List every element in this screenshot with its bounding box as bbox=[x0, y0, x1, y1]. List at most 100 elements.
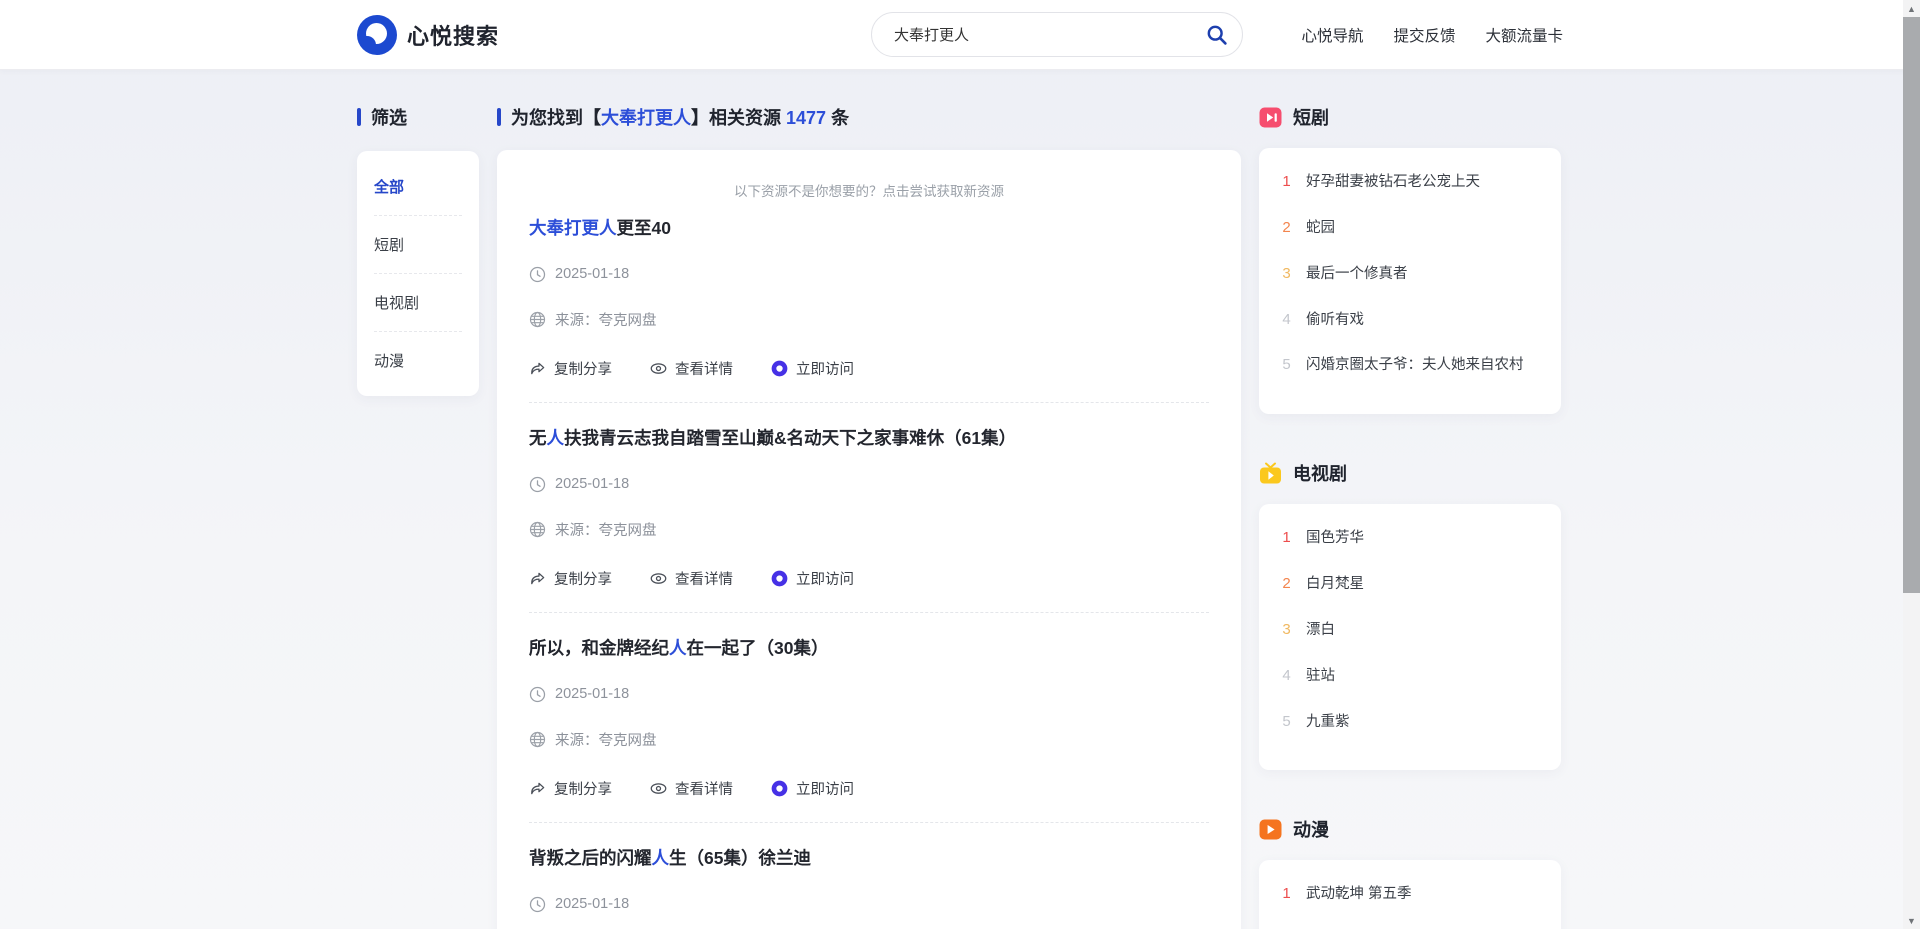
nav-link-feedback[interactable]: 提交反馈 bbox=[1393, 24, 1455, 46]
logo-text: 心悦搜索 bbox=[407, 19, 499, 51]
rank-number: 4 bbox=[1280, 311, 1293, 328]
result-list: 大奉打更人更至40 2025-01-18 来源：夸克网盘 复制分享 bbox=[529, 218, 1209, 929]
ranking-section: 电视剧 1 国色芳华 2 白月梵星 3 漂白 4 驻站 5 九重紫 bbox=[1259, 460, 1561, 770]
rank-label: 国色芳华 bbox=[1306, 529, 1364, 548]
eye-icon bbox=[650, 360, 667, 377]
search-input[interactable] bbox=[871, 12, 1243, 57]
ranking-item[interactable]: 3 最后一个修真者 bbox=[1280, 265, 1540, 284]
scroll-down-button[interactable]: ▼ bbox=[1903, 912, 1920, 929]
share-icon bbox=[529, 780, 546, 797]
visit-ring-icon bbox=[771, 570, 788, 587]
view-detail-button[interactable]: 查看详情 bbox=[650, 778, 733, 799]
ranking-item[interactable]: 2 白月梵星 bbox=[1280, 575, 1540, 594]
ranking-item[interactable]: 4 驻站 bbox=[1280, 667, 1540, 686]
rank-label: 偷听有戏 bbox=[1306, 311, 1364, 330]
rank-label: 九重紫 bbox=[1306, 713, 1350, 732]
rank-label: 白月梵星 bbox=[1306, 575, 1364, 594]
result-title[interactable]: 无人扶我青云志我自踏雪至山巅&名动天下之家事难休（61集） bbox=[529, 428, 1209, 450]
visit-button[interactable]: 立即访问 bbox=[771, 568, 854, 589]
result-date-row: 2025-01-18 bbox=[529, 476, 1209, 493]
ranking-item[interactable]: 1 国色芳华 bbox=[1280, 529, 1540, 548]
scroll-up-button[interactable]: ▲ bbox=[1903, 0, 1920, 17]
copy-share-button[interactable]: 复制分享 bbox=[529, 358, 612, 379]
rank-label: 闪婚京圈太子爷：夫人她来自农村 bbox=[1306, 356, 1524, 375]
rank-label: 漂白 bbox=[1306, 621, 1335, 640]
result-title-part: 背叛之后的闪耀 bbox=[529, 848, 652, 868]
view-detail-button[interactable]: 查看详情 bbox=[650, 568, 733, 589]
ranking-header: 动漫 bbox=[1259, 816, 1561, 842]
item-divider bbox=[529, 402, 1209, 403]
visit-button[interactable]: 立即访问 bbox=[771, 778, 854, 799]
result-date: 2025-01-18 bbox=[555, 896, 629, 912]
ranking-item[interactable]: 5 闪婚京圈太子爷：夫人她来自农村 bbox=[1280, 356, 1540, 375]
visit-ring-icon bbox=[771, 360, 788, 377]
result-date-row: 2025-01-18 bbox=[529, 686, 1209, 703]
result-title-part: 生（65集）徐兰迪 bbox=[669, 848, 811, 868]
ranking-item[interactable]: 4 偷听有戏 bbox=[1280, 311, 1540, 330]
copy-share-button[interactable]: 复制分享 bbox=[529, 778, 612, 799]
ranking-title: 电视剧 bbox=[1293, 460, 1347, 486]
rank-number: 3 bbox=[1280, 265, 1293, 282]
scrollbar-thumb[interactable] bbox=[1903, 17, 1920, 593]
filter-card: 全部短剧电视剧动漫 bbox=[357, 151, 479, 396]
ranking-card: 1 国色芳华 2 白月梵星 3 漂白 4 驻站 5 九重紫 bbox=[1259, 504, 1561, 770]
eye-icon bbox=[650, 780, 667, 797]
globe-icon bbox=[529, 731, 546, 748]
ranking-sidebar: 短剧 1 好孕甜妻被钻石老公宠上天 2 蛇园 3 最后一个修真者 4 偷听有戏 … bbox=[1259, 104, 1561, 929]
ranking-item[interactable]: 1 好孕甜妻被钻石老公宠上天 bbox=[1280, 173, 1540, 192]
ranking-item[interactable]: 1 武动乾坤 第五季 bbox=[1280, 885, 1540, 904]
nav-link-navigation[interactable]: 心悦导航 bbox=[1301, 24, 1363, 46]
logo[interactable]: 心悦搜索 bbox=[357, 15, 499, 55]
ranking-item[interactable]: 2 蛇园 bbox=[1280, 219, 1540, 238]
nav-link-dataplan[interactable]: 大额流量卡 bbox=[1485, 24, 1563, 46]
view-detail-button[interactable]: 查看详情 bbox=[650, 358, 733, 379]
search-bar bbox=[871, 12, 1243, 57]
result-actions: 复制分享 查看详情 立即访问 bbox=[529, 568, 1209, 589]
result-title-part: 人 bbox=[669, 638, 687, 658]
tv-icon bbox=[1259, 462, 1282, 485]
anime-icon bbox=[1259, 818, 1282, 841]
result-item: 背叛之后的闪耀人生（65集）徐兰迪 2025-01-18 来源：夸克网盘 复制分… bbox=[529, 822, 1209, 929]
share-icon bbox=[529, 570, 546, 587]
filter-item[interactable]: 电视剧 bbox=[374, 274, 462, 332]
search-icon bbox=[1205, 23, 1229, 47]
results-heading-text: 为您找到【大奉打更人】相关资源 1477 条 bbox=[511, 104, 849, 130]
scrollbar[interactable]: ▲ ▼ bbox=[1903, 0, 1920, 929]
ranking-item[interactable]: 5 九重紫 bbox=[1280, 713, 1540, 732]
rank-number: 1 bbox=[1280, 173, 1293, 190]
result-item: 大奉打更人更至40 2025-01-18 来源：夸克网盘 复制分享 bbox=[529, 218, 1209, 379]
share-icon bbox=[529, 360, 546, 377]
filter-item[interactable]: 短剧 bbox=[374, 216, 462, 274]
ranking-section: 动漫 1 武动乾坤 第五季 2 沧元图2 3 时光代理人 英都篇 4 仙逆 5 … bbox=[1259, 816, 1561, 929]
result-title[interactable]: 所以，和金牌经纪人在一起了（30集） bbox=[529, 638, 1209, 660]
eye-icon bbox=[650, 570, 667, 587]
visit-button[interactable]: 立即访问 bbox=[771, 358, 854, 379]
results-count: 1477 bbox=[786, 108, 826, 128]
result-source-row: 来源：夸克网盘 bbox=[529, 309, 1209, 330]
rank-label: 武动乾坤 第五季 bbox=[1306, 885, 1412, 904]
result-title-part: 所以，和金牌经纪 bbox=[529, 638, 669, 658]
copy-share-button[interactable]: 复制分享 bbox=[529, 568, 612, 589]
results-main: 为您找到【大奉打更人】相关资源 1477 条 以下资源不是你想要的？点击尝试获取… bbox=[497, 104, 1241, 929]
rank-number: 4 bbox=[1280, 667, 1293, 684]
search-button[interactable] bbox=[1199, 17, 1235, 53]
result-source-row: 来源：夸克网盘 bbox=[529, 729, 1209, 750]
top-nav: 心悦导航 提交反馈 大额流量卡 bbox=[1301, 24, 1563, 46]
result-title[interactable]: 大奉打更人更至40 bbox=[529, 218, 1209, 240]
filter-section-title: 筛选 bbox=[357, 104, 479, 130]
filter-item[interactable]: 动漫 bbox=[374, 332, 462, 389]
rank-label: 最后一个修真者 bbox=[1306, 265, 1408, 284]
filter-sidebar: 筛选 全部短剧电视剧动漫 bbox=[357, 104, 479, 396]
ranking-item[interactable]: 3 漂白 bbox=[1280, 621, 1540, 640]
rank-number: 5 bbox=[1280, 356, 1293, 373]
rank-number: 2 bbox=[1280, 219, 1293, 236]
visit-ring-icon bbox=[771, 780, 788, 797]
refresh-notice-link[interactable]: 以下资源不是你想要的？点击尝试获取新资源 bbox=[529, 176, 1209, 202]
result-title[interactable]: 背叛之后的闪耀人生（65集）徐兰迪 bbox=[529, 848, 1209, 870]
filter-item[interactable]: 全部 bbox=[374, 158, 462, 216]
clock-icon bbox=[529, 686, 546, 703]
ranking-title: 短剧 bbox=[1293, 104, 1329, 130]
logo-icon bbox=[357, 15, 397, 55]
result-title-part: 人 bbox=[547, 428, 565, 448]
section-bar-icon bbox=[497, 108, 501, 126]
